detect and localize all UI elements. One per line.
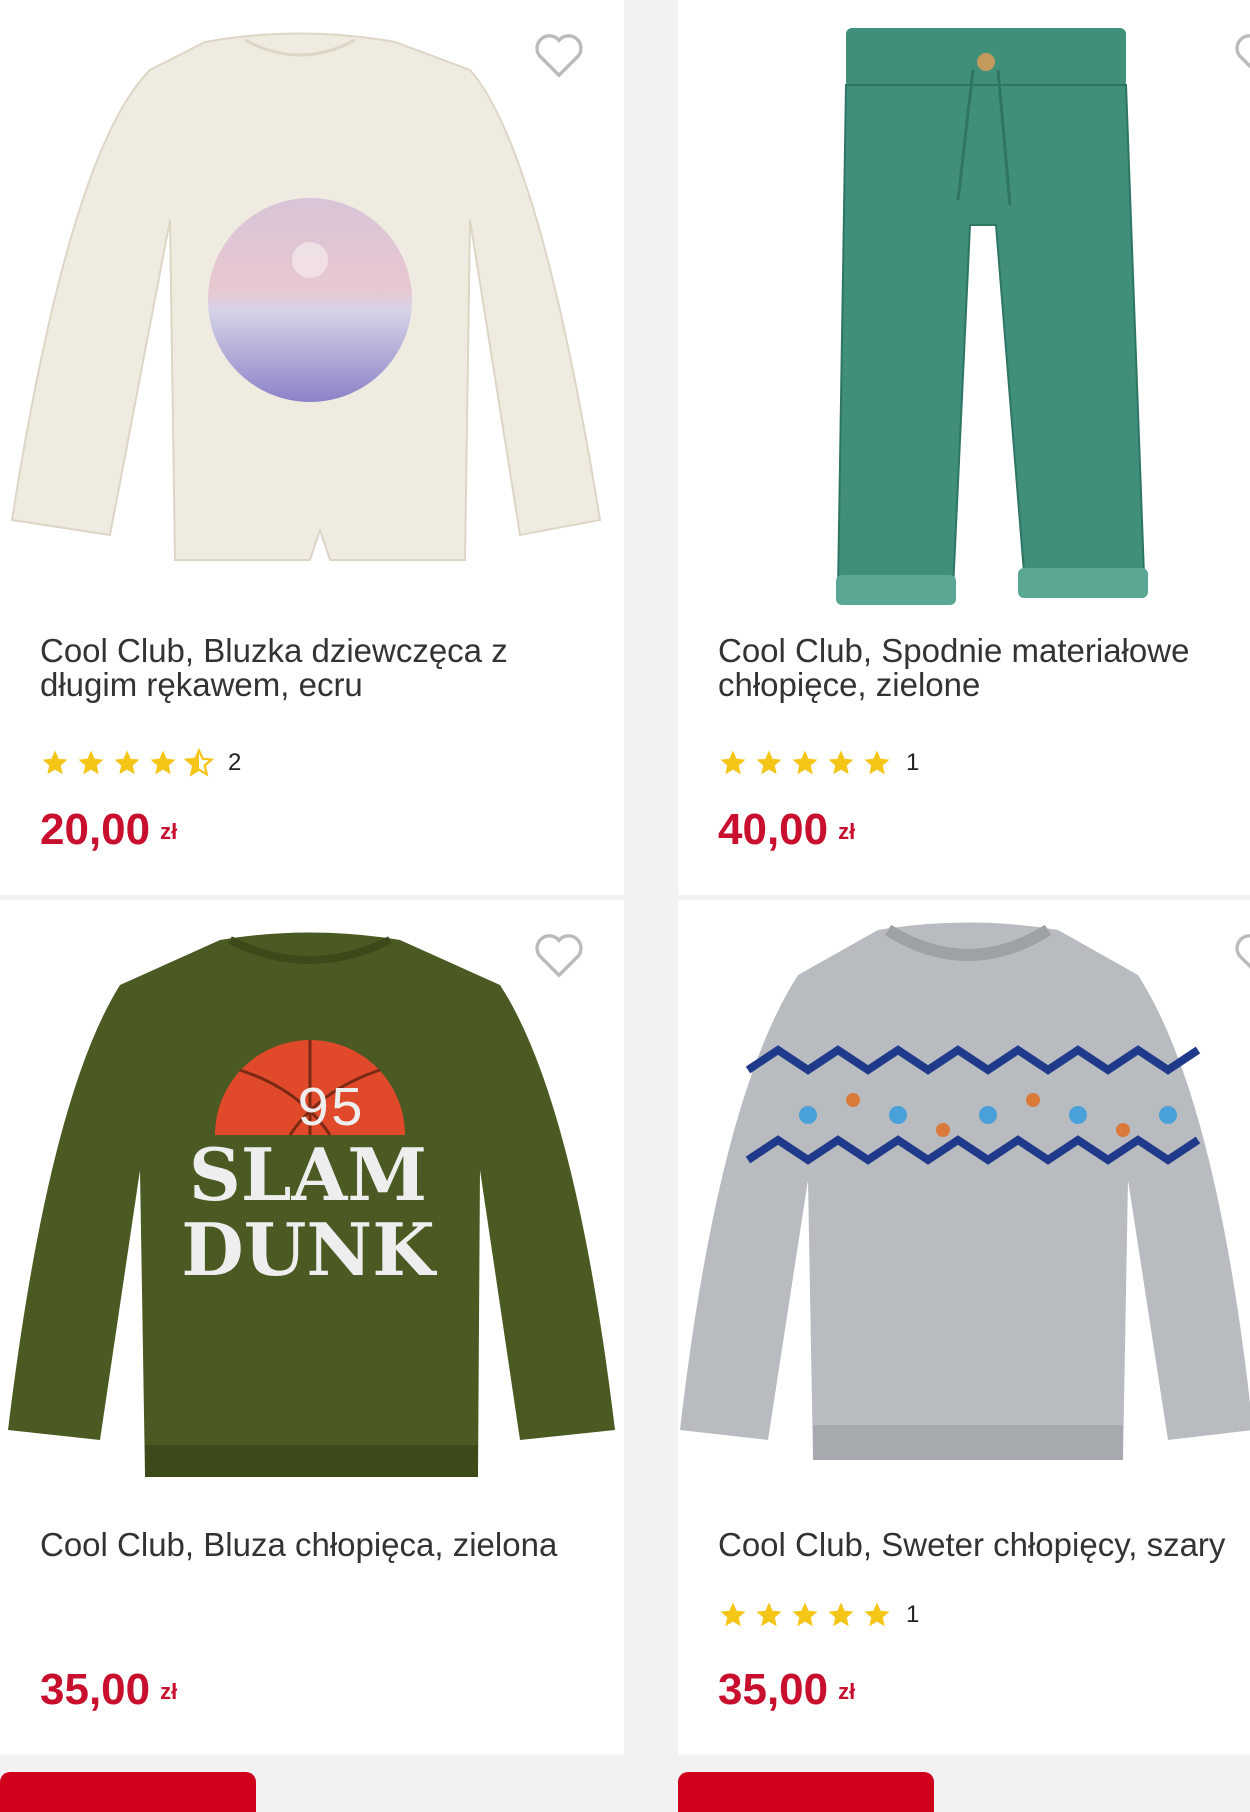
price-currency: zł	[838, 1679, 856, 1705]
star-full-icon	[756, 750, 782, 775]
add-to-cart-button[interactable]	[0, 1772, 256, 1812]
review-count: 1	[906, 749, 920, 776]
product-price: 35,00 zł	[40, 1665, 177, 1715]
price-currency: zł	[838, 819, 856, 845]
star-full-icon	[828, 1602, 854, 1627]
star-full-icon	[114, 750, 140, 775]
price-value: 40,00	[718, 805, 829, 854]
product-image-trousers[interactable]	[678, 0, 1250, 610]
star-full-icon	[720, 1602, 746, 1627]
product-card[interactable]: 95 SLAM DUNK Cool Club, Bluza chłopięca,…	[0, 900, 624, 1755]
price-value: 20,00	[40, 805, 151, 854]
product-title[interactable]: Cool Club, Bluza chłopięca, zielona	[40, 1528, 580, 1562]
product-title[interactable]: Cool Club, Bluzka dziewczęca z długim rę…	[40, 634, 580, 702]
product-price: 35,00 zł	[718, 1665, 855, 1715]
product-image-sweatshirt[interactable]: 95 SLAM DUNK	[0, 900, 624, 1510]
star-full-icon	[828, 750, 854, 775]
add-to-cart-button[interactable]	[678, 1772, 934, 1812]
rating-stars: 1	[718, 748, 919, 778]
price-value: 35,00	[718, 1665, 829, 1714]
heart-outline-icon[interactable]	[532, 30, 586, 80]
rating-stars: 2	[40, 748, 241, 778]
price-value: 35,00	[40, 1665, 151, 1714]
product-title[interactable]: Cool Club, Sweter chłopięcy, szary	[718, 1528, 1250, 1562]
product-card[interactable]: Cool Club, Sweter chłopięcy, szary 1 35,…	[678, 900, 1250, 1755]
price-currency: zł	[160, 819, 178, 845]
product-image-sweater[interactable]	[678, 900, 1250, 1510]
star-full-icon	[864, 750, 890, 775]
print-line2: DUNK	[181, 1207, 437, 1292]
product-card[interactable]: Cool Club, Bluzka dziewczęca z długim rę…	[0, 0, 624, 895]
star-full-icon	[720, 750, 746, 775]
product-price: 40,00 zł	[718, 805, 855, 855]
product-card[interactable]: Cool Club, Spodnie materiałowe chłopięce…	[678, 0, 1250, 895]
star-full-icon	[78, 750, 104, 775]
star-full-icon	[792, 750, 818, 775]
product-title[interactable]: Cool Club, Spodnie materiałowe chłopięce…	[718, 634, 1250, 702]
star-full-icon	[864, 1602, 890, 1627]
heart-outline-icon[interactable]	[532, 930, 586, 980]
rating-stars: 1	[718, 1600, 919, 1630]
star-full-icon	[42, 750, 68, 775]
star-full-icon	[792, 1602, 818, 1627]
product-price: 20,00 zł	[40, 805, 177, 855]
star-full-icon	[756, 1602, 782, 1627]
heart-outline-icon[interactable]	[1232, 30, 1250, 80]
heart-outline-icon[interactable]	[1232, 930, 1250, 980]
price-currency: zł	[160, 1679, 178, 1705]
product-grid: Cool Club, Bluzka dziewczęca z długim rę…	[0, 0, 1250, 1812]
product-image-blouse[interactable]	[0, 0, 624, 610]
print-line1: SLAM	[189, 1132, 427, 1217]
star-full-icon	[150, 750, 176, 775]
review-count: 2	[228, 749, 242, 776]
star-half-icon	[184, 748, 214, 777]
review-count: 1	[906, 1601, 920, 1628]
